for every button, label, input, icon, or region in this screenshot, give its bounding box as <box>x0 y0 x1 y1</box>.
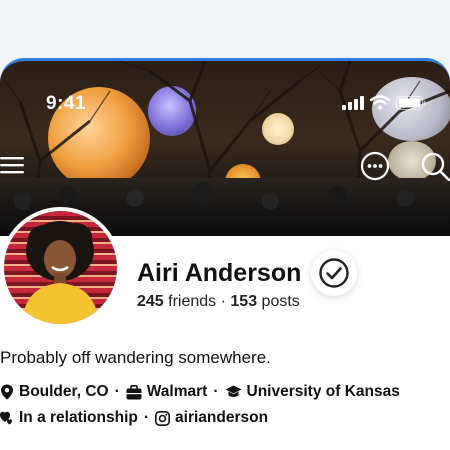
avatar[interactable] <box>4 211 117 324</box>
status-bar: 9:41 <box>0 91 450 117</box>
menu-icon[interactable] <box>0 152 26 178</box>
posts-count[interactable]: 153 <box>230 293 257 310</box>
verified-icon <box>319 258 350 288</box>
status-icons <box>342 95 426 110</box>
instagram-handle[interactable]: airianderson <box>175 409 268 427</box>
education-text[interactable]: University of Kansas <box>247 383 400 401</box>
verified-badge[interactable] <box>311 250 358 296</box>
friends-label: friends · <box>163 293 231 310</box>
battery-icon <box>396 95 426 110</box>
location-text[interactable]: Boulder, CO <box>19 383 109 401</box>
search-icon[interactable] <box>420 151 450 181</box>
separator: · <box>143 409 150 426</box>
status-time: 9:41 <box>46 93 87 114</box>
more-icon[interactable] <box>360 151 390 181</box>
posts-label: posts <box>257 293 300 310</box>
avatar-portrait <box>22 221 99 324</box>
signal-icon <box>342 95 364 110</box>
top-action-bar <box>0 146 450 186</box>
instagram-icon <box>155 410 171 426</box>
location-pin-icon <box>0 384 14 400</box>
work-text[interactable]: Walmart <box>147 383 208 401</box>
profile-stats: 245 friends · 153 posts <box>137 293 300 311</box>
hearts-icon <box>0 411 14 425</box>
friends-count[interactable]: 245 <box>137 293 164 310</box>
phone-frame: 9:41 Airi Anderson 245 friends · 153 pos… <box>0 58 450 450</box>
graduation-cap-icon <box>225 385 242 399</box>
separator: · <box>114 383 120 400</box>
profile-section: Airi Anderson 245 friends · 153 posts Pr… <box>0 207 450 450</box>
profile-meta-line-2: In a relationship · airianderson <box>0 409 268 427</box>
briefcase-icon <box>126 384 142 400</box>
relationship-text: In a relationship <box>19 409 138 426</box>
separator: · <box>213 383 219 400</box>
name-row: Airi Anderson <box>137 250 358 296</box>
avatar-frame[interactable] <box>0 207 121 328</box>
wifi-icon <box>370 95 390 110</box>
profile-bio: Probably off wandering somewhere. <box>0 348 271 367</box>
profile-name: Airi Anderson <box>137 258 302 287</box>
profile-meta-line-1: Boulder, CO · Walmart · University of Ka… <box>0 383 400 401</box>
